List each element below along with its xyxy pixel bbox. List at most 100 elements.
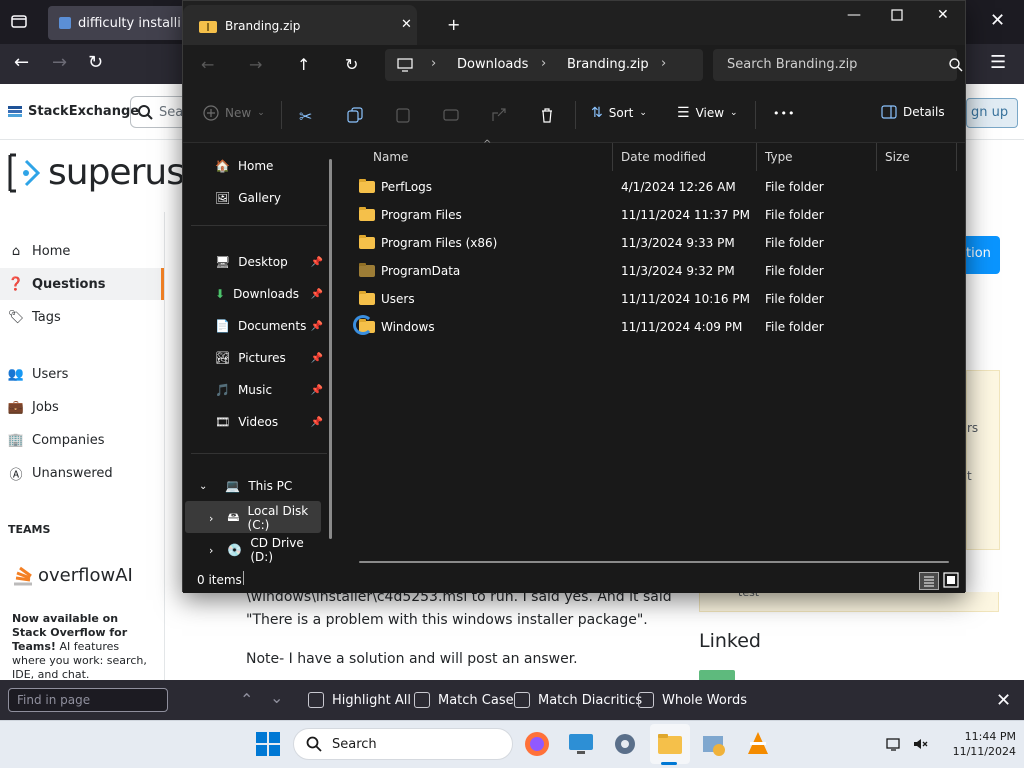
sort-button[interactable]: ⇅ Sort ⌄ (591, 105, 647, 121)
breadcrumb-item[interactable]: Branding.zip (567, 57, 649, 72)
plus-circle-icon (203, 105, 219, 121)
new-button[interactable]: New ⌄ (203, 105, 265, 121)
nav-unanswered[interactable]: Ⓐ Unanswered (8, 461, 112, 485)
highlight-all-checkbox[interactable]: Highlight All (308, 692, 411, 708)
nav-music[interactable]: 🎵 Music 📌 (191, 375, 327, 405)
start-icon[interactable] (256, 732, 280, 756)
find-in-page-input[interactable] (8, 688, 168, 712)
tiles-view-icon[interactable] (943, 572, 959, 588)
file-explorer-window: Branding.zip ✕ + — ✕ ← → ↑ ↻ › Downloads… (182, 0, 966, 593)
file-row[interactable]: Windows 11/11/2024 4:09 PM File folder (351, 313, 951, 341)
column-header-size[interactable]: Size (877, 143, 957, 171)
vlc-icon[interactable] (744, 730, 772, 758)
divider (243, 571, 244, 585)
whole-words-checkbox[interactable]: Whole Words (638, 692, 747, 708)
rename-icon[interactable] (443, 107, 459, 123)
explorer-search-input[interactable]: Search Branding.zip (713, 49, 963, 81)
nav-desktop[interactable]: 🖥 Desktop 📌 (191, 247, 327, 277)
find-close-icon[interactable]: ✕ (996, 690, 1011, 711)
tab-list-icon[interactable] (10, 12, 28, 30)
stackexchange-label: StackExchange (28, 104, 140, 119)
nav-home[interactable]: 🏠 Home (191, 151, 327, 181)
superuser-logo[interactable]: superus (8, 152, 185, 193)
sidebar-scrollbar[interactable] (329, 159, 332, 539)
new-tab-icon[interactable]: + (447, 15, 460, 34)
ask-question-button[interactable]: tion (966, 236, 1000, 274)
file-row[interactable]: Program Files (x86) 11/3/2024 9:33 PM Fi… (351, 229, 951, 257)
search-icon (949, 58, 963, 72)
breadcrumb-item[interactable]: Downloads (457, 57, 528, 72)
menu-icon[interactable]: ☰ (990, 54, 1006, 72)
file-row[interactable]: ProgramData 11/3/2024 9:32 PM File folde… (351, 257, 951, 285)
paste-icon[interactable] (395, 107, 411, 123)
stackexchange-logo[interactable]: StackExchange (8, 104, 139, 119)
site-search-input[interactable]: Sea (130, 96, 190, 128)
find-previous-icon[interactable]: ⌃ (240, 690, 253, 709)
back-icon[interactable]: ← (201, 55, 214, 74)
match-case-checkbox[interactable]: Match Case (414, 692, 514, 708)
nav-videos[interactable]: 🎞 Videos 📌 (191, 407, 327, 437)
settings-icon[interactable] (611, 730, 639, 758)
nav-companies[interactable]: 🏢 Companies (8, 428, 105, 452)
file-explorer-icon[interactable] (656, 730, 684, 758)
file-list: Name ^ Date modified Type Size PerfLogs … (341, 139, 965, 567)
window-close-icon[interactable]: ✕ (937, 7, 949, 23)
explorer-tab[interactable]: Branding.zip ✕ (183, 5, 417, 45)
back-icon[interactable]: ← (14, 54, 29, 72)
network-icon[interactable] (886, 736, 902, 752)
minimize-icon[interactable]: — (847, 7, 861, 23)
file-row[interactable]: Users 11/11/2024 10:16 PM File folder (351, 285, 951, 313)
more-options-icon[interactable]: ••• (773, 107, 795, 120)
nav-tags[interactable]: 🏷 Tags (8, 305, 61, 329)
nav-questions[interactable]: ❓ Questions (8, 272, 106, 296)
nav-pictures[interactable]: 🏞 Pictures 📌 (191, 343, 327, 373)
nav-documents[interactable]: 📄 Documents 📌 (191, 311, 327, 341)
folder-icon (359, 291, 375, 305)
horizontal-scrollbar[interactable] (359, 561, 949, 563)
browser-close-icon[interactable]: ✕ (990, 12, 1005, 30)
chevron-right-icon: › (431, 56, 437, 71)
chevron-down-icon: ⌄ (639, 108, 647, 118)
reload-icon[interactable]: ↻ (88, 54, 103, 72)
find-next-icon[interactable]: ⌄ (270, 688, 283, 707)
refresh-icon[interactable]: ↻ (345, 55, 358, 74)
details-view-icon[interactable] (919, 572, 939, 590)
nav-this-pc[interactable]: ⌄ 💻 This PC (191, 471, 327, 501)
forward-icon[interactable]: → (249, 55, 262, 74)
signup-button[interactable]: gn up (966, 98, 1018, 128)
nav-local-disk[interactable]: › 🖴 Local Disk (C:) (191, 503, 327, 533)
forward-icon[interactable]: → (52, 54, 67, 72)
column-header-type[interactable]: Type (757, 143, 877, 171)
nav-downloads[interactable]: ⬇ Downloads 📌 (191, 279, 327, 309)
cut-icon[interactable]: ✂ (299, 107, 312, 126)
volume-muted-icon[interactable] (912, 736, 928, 752)
match-diacritics-checkbox[interactable]: Match Diacritics (514, 692, 642, 708)
details-button[interactable]: Details (881, 105, 945, 119)
firefox-icon[interactable] (523, 730, 551, 758)
active-indicator (661, 762, 677, 765)
nav-gallery[interactable]: 🖼 Gallery (191, 183, 327, 213)
breadcrumb[interactable]: › Downloads › Branding.zip › (385, 49, 703, 81)
copy-icon[interactable] (347, 107, 363, 123)
maximize-icon[interactable] (891, 9, 903, 21)
file-row[interactable]: Program Files 11/11/2024 11:37 PM File f… (351, 201, 951, 229)
home-icon: ⌂ (11, 243, 21, 259)
view-button[interactable]: ☰ View ⌄ (677, 105, 738, 121)
taskbar-search[interactable]: Search (293, 728, 513, 760)
tab-close-icon[interactable]: ✕ (401, 17, 412, 32)
building-icon: 🏢 (7, 432, 25, 448)
taskbar-clock[interactable]: 11:44 PM 11/11/2024 (940, 729, 1016, 759)
up-icon[interactable]: ↑ (297, 55, 310, 74)
delete-icon[interactable] (539, 107, 555, 123)
column-header-date[interactable]: Date modified (613, 143, 757, 171)
nav-jobs[interactable]: 💼 Jobs (8, 395, 59, 419)
share-icon[interactable] (491, 107, 507, 123)
file-row[interactable]: PerfLogs 4/1/2024 12:26 AM File folder (351, 173, 951, 201)
nav-home[interactable]: ⌂ Home (8, 239, 71, 263)
nav-users[interactable]: 👥 Users (8, 362, 69, 386)
remote-desktop-icon[interactable] (567, 730, 595, 758)
browser-tab[interactable]: difficulty installing m (48, 6, 188, 40)
nav-cd-drive[interactable]: › 💿 CD Drive (D:) (191, 535, 327, 565)
installer-icon[interactable] (699, 730, 727, 758)
chevron-right-icon[interactable]: › (661, 56, 666, 71)
